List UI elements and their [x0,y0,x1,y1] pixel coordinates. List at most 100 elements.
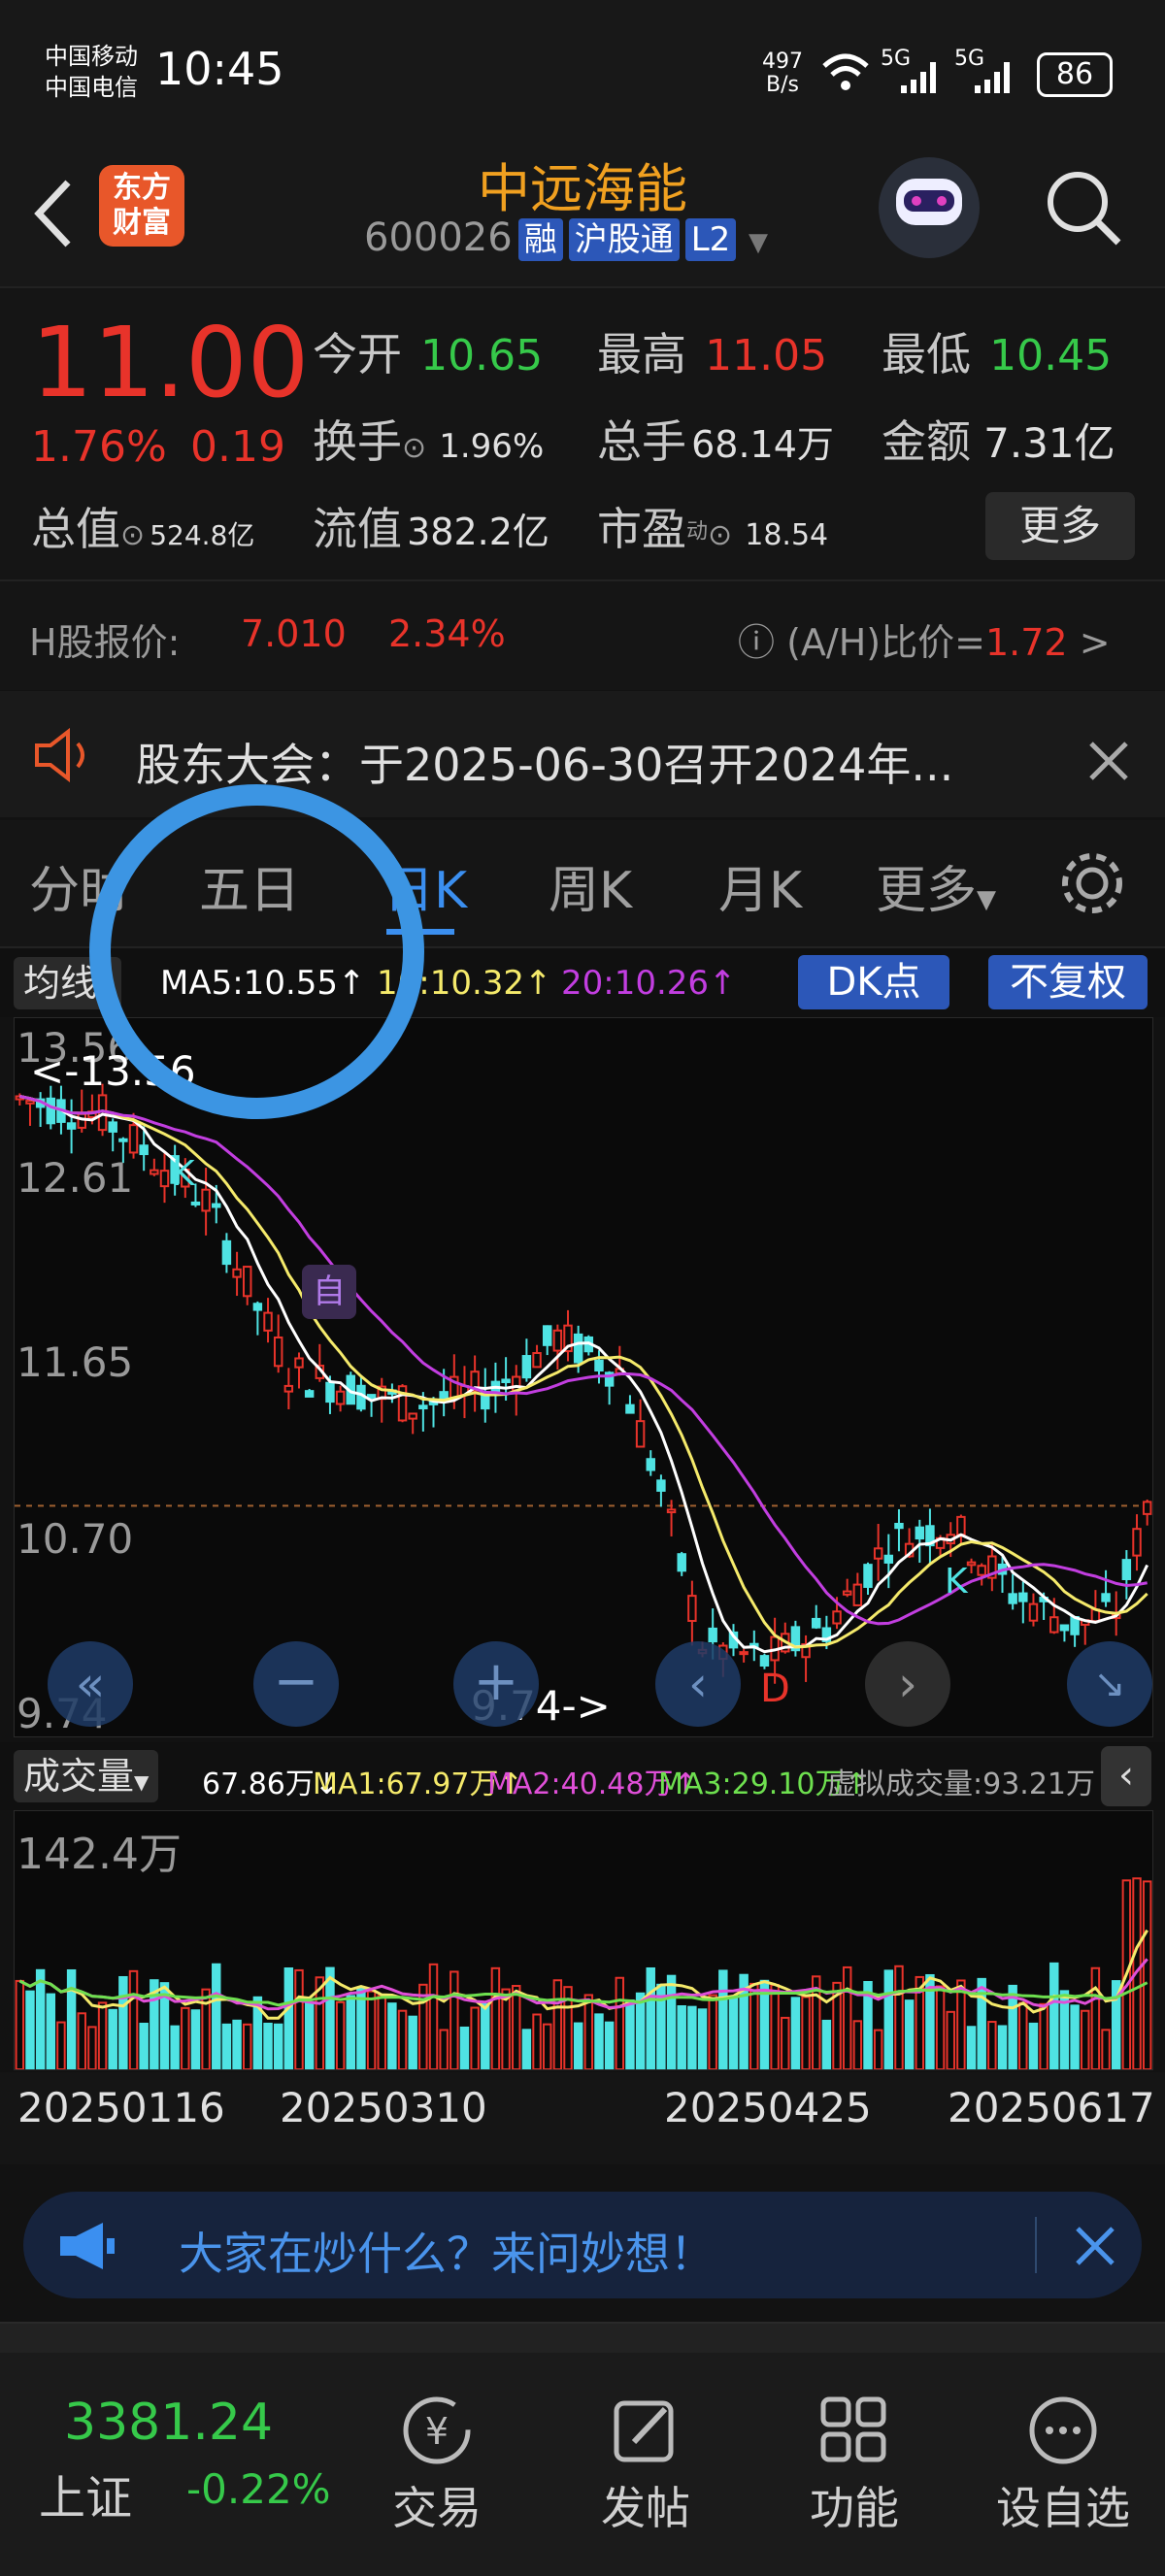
y-label-2: 12.61 [17,1154,134,1202]
open-field: 今开 10.65 [313,328,544,380]
volume-bar [97,2001,108,2070]
nav-post[interactable]: 发帖 [568,2392,723,2537]
volume-bar [387,2002,397,2070]
volume-field: 总手 68.14万 [597,415,834,468]
volume-bar [325,1966,335,2070]
info-icon[interactable]: ⊙ [120,518,145,552]
robot-avatar[interactable] [879,157,980,258]
notice-banner[interactable]: 股东大会：于2025-06-30召开2024年... [0,691,1165,817]
help-icon[interactable]: ⓘ [738,621,775,664]
more-button[interactable]: 更多 [985,492,1135,560]
volume-bar [697,2008,708,2070]
y-label-3: 11.65 [17,1338,134,1386]
volume-bar [346,1995,356,2070]
signal-1-icon [901,62,936,93]
volume-bar [481,2002,490,2071]
tab-weekly-k[interactable]: 周K [549,849,632,922]
turnover-field: 换手⊙ 1.96% [313,415,545,468]
volume-bar [459,2026,470,2070]
quote-panel: 11.00 1.76% 0.19 今开 10.65 最高 11.05 最低 10… [0,288,1165,579]
search-icon[interactable] [1041,165,1128,252]
nav-add-watchlist[interactable]: 设自选 [985,2392,1141,2537]
float-cap-field: 流值 382.2亿 [313,503,549,555]
volume-bar [1018,2001,1028,2070]
ah-ratio: 1.72 [984,621,1068,664]
volume-bar [852,2020,863,2070]
dk-button[interactable]: DK点 [798,955,949,1009]
close-icon[interactable] [1087,740,1130,782]
stock-code-row[interactable]: 600026 融沪股通 L2 ▼ [364,215,768,261]
volume-chart[interactable]: 142.4万 [14,1810,1153,2071]
settings-icon[interactable] [1058,849,1126,917]
volume-bar [439,2029,449,2071]
speaker-icon [35,728,84,782]
volume-bar [687,2005,697,2071]
volume-bar [1049,1962,1059,2070]
volume-bar [512,1985,521,2070]
volume-bar [397,2009,408,2070]
zoom-out-button[interactable]: − [253,1641,339,1727]
volume-bar [677,2005,686,2070]
volume-bar [77,2012,86,2071]
info-icon[interactable]: ⊙ [708,518,732,552]
stock-name: 中远海能 [478,158,687,219]
volume-bar [87,2026,97,2071]
volume-bar [583,1994,594,2070]
h-share-row[interactable]: H股报价: 7.010 2.34% ⓘ (A/H)比价=1.72 > [0,579,1165,690]
volume-bar [46,1993,56,2071]
low-field: 最低 10.45 [882,328,1113,380]
volume-bar [966,2026,977,2070]
volume-bar [1070,2004,1080,2070]
kline-chart[interactable]: 13.56 12.61 11.65 10.70 9.74 <-13.56 9.7… [14,1017,1153,1737]
marker-self[interactable]: 自 [302,1265,356,1319]
volume-bar [635,1992,646,2070]
volume-bar [66,1968,77,2070]
volume-bar [1081,2009,1090,2071]
trade-icon: ¥ [403,2396,471,2464]
zoom-in-button[interactable]: + [453,1641,539,1727]
nav-trade[interactable]: ¥ 交易 [359,2392,515,2537]
scroll-left-button[interactable]: « [48,1641,133,1727]
change-amt: 0.19 [190,422,285,472]
info-icon[interactable]: ⊙ [402,431,426,465]
prev-button[interactable]: ‹ [655,1641,741,1727]
virtual-volume: 虚拟成交量:93.21万 [827,1767,1095,1801]
volume-bar [170,2025,180,2071]
volume-bar [294,1968,304,2070]
marker-k1: K [172,1154,195,1194]
tab-monthly-k[interactable]: 月K [718,849,802,922]
volume-bar [604,2021,615,2071]
index-value[interactable]: 3381.24 [64,2394,273,2452]
ask-text: 大家在炒什么？来问妙想！ [179,2228,715,2280]
net-speed-unit: B/s [766,73,799,97]
close-icon[interactable] [1074,2225,1116,2267]
bottom-bar: 3381.24 上证 -0.22% ¥ 交易 发帖 功能 设自选 [0,2322,1165,2576]
volume-bar [449,1970,459,2071]
ask-banner[interactable]: 大家在炒什么？来问妙想！ [23,2192,1142,2298]
volume-bar [646,1966,655,2071]
volume-bar [542,2023,552,2071]
volume-bar [25,1990,35,2070]
volume-bar [956,1979,966,2071]
volume-bar [128,1969,139,2070]
more-dots-icon [1029,2396,1097,2464]
collapse-panel-button[interactable]: ‹ [1101,1746,1151,1806]
volume-bar [190,2009,201,2070]
volume-select[interactable]: 成交量▼ [14,1750,159,1802]
volume-bar [997,2025,1008,2070]
next-button[interactable]: › [865,1641,950,1727]
date-label-3: 20250425 [664,2084,872,2131]
nav-function[interactable]: 功能 [777,2392,932,2537]
volume-bar [935,1985,946,2071]
amount-field: 金额 7.31亿 [882,415,1115,468]
volume-bar [801,1996,811,2070]
volume-bar [56,2021,66,2071]
tab-more[interactable]: 更多▼ [876,849,996,922]
mktcap-field: 总值⊙ 524.8亿 [31,503,255,555]
adjust-button[interactable]: 不复权 [988,955,1148,1009]
volume-bar [470,2006,480,2071]
scroll-right-button[interactable]: ↘ [1067,1641,1152,1727]
h-share-change: 2.34% [388,612,506,655]
status-bar: 中国移动 中国电信 10:45 497 B/s 5G 5G 86 [0,0,1165,146]
volume-bar [718,1969,728,2070]
